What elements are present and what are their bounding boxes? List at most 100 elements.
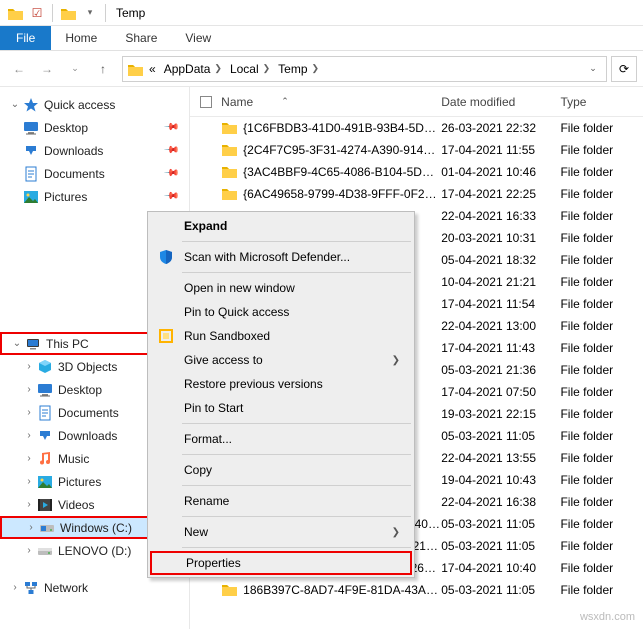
crumb-local[interactable]: Local❯ (226, 57, 274, 81)
ctx-copy[interactable]: Copy (150, 458, 412, 482)
separator (182, 272, 411, 273)
file-row[interactable]: 186B397C-8AD7-4F9E-81DA-43AFF4D...05-03-… (190, 579, 643, 601)
address-dropdown-icon[interactable]: ⌄ (582, 63, 604, 74)
ctx-new[interactable]: New❯ (150, 520, 412, 544)
ctx-give-access-to[interactable]: Give access to❯ (150, 348, 412, 372)
nav-downloads[interactable]: Downloads📌 (0, 139, 189, 162)
row-date-cell: 22-04-2021 13:00 (441, 319, 560, 333)
chevron-right-icon: ❯ (312, 63, 320, 74)
chevron-right-icon[interactable]: › (22, 453, 36, 464)
ctx-pin-quick-access[interactable]: Pin to Quick access (150, 300, 412, 324)
nav-pictures[interactable]: Pictures📌 (0, 185, 189, 208)
chevron-right-icon[interactable]: › (22, 499, 36, 510)
forward-button[interactable]: → (34, 56, 60, 82)
row-date-cell: 05-03-2021 21:36 (441, 363, 560, 377)
column-label: Type (560, 95, 586, 109)
ctx-run-sandboxed[interactable]: Run Sandboxed (150, 324, 412, 348)
row-type-cell: File folder (560, 143, 643, 157)
document-icon (22, 165, 40, 183)
tab-view[interactable]: View (171, 26, 225, 50)
chevron-right-icon[interactable]: › (22, 476, 36, 487)
folder-icon (221, 141, 237, 160)
tab-share[interactable]: Share (111, 26, 171, 50)
up-button[interactable]: ↑ (90, 56, 116, 82)
pin-icon: 📌 (162, 142, 179, 159)
column-checkbox[interactable] (190, 96, 221, 108)
nav-label: LENOVO (D:) (58, 544, 131, 558)
crumb-hidden[interactable]: « (145, 57, 160, 81)
crumb-appdata[interactable]: AppData❯ (160, 57, 226, 81)
monitor-icon (36, 381, 54, 399)
row-name-cell: {1C6FBDB3-41D0-491B-93B4-5D40D15... (221, 119, 441, 138)
shield-icon (156, 247, 176, 267)
refresh-button[interactable]: ⟳ (611, 56, 637, 82)
cube-icon (36, 358, 54, 376)
ctx-format[interactable]: Format... (150, 427, 412, 451)
file-row[interactable]: {1C6FBDB3-41D0-491B-93B4-5D40D15...26-03… (190, 117, 643, 139)
ctx-label: Give access to (184, 353, 263, 367)
chevron-right-icon: ❯ (263, 63, 271, 74)
watermark: wsxdn.com (580, 611, 635, 623)
picture-icon (36, 473, 54, 491)
nav-label: Music (58, 452, 89, 466)
nav-documents[interactable]: Documents📌 (0, 162, 189, 185)
qat-check-icon[interactable]: ☑ (26, 2, 48, 24)
ctx-label: Open in new window (184, 281, 295, 295)
tab-file-label: File (16, 31, 35, 45)
column-name[interactable]: Name⌃ (221, 95, 441, 109)
row-type-cell: File folder (560, 561, 643, 575)
row-type-cell: File folder (560, 231, 643, 245)
back-button[interactable]: ← (6, 56, 32, 82)
nav-desktop[interactable]: Desktop📌 (0, 116, 189, 139)
ctx-label: Pin to Quick access (184, 305, 289, 319)
row-date-cell: 17-04-2021 11:54 (441, 297, 560, 311)
file-row[interactable]: {3AC4BBF9-4C65-4086-B104-5DF3482...01-04… (190, 161, 643, 183)
column-label: Date modified (441, 95, 515, 109)
ctx-restore-previous[interactable]: Restore previous versions (150, 372, 412, 396)
chevron-right-icon[interactable]: › (22, 361, 36, 372)
qat-dropdown-icon[interactable]: ▾ (79, 2, 101, 24)
chevron-right-icon[interactable]: › (8, 582, 22, 593)
pin-icon: 📌 (162, 119, 179, 136)
chevron-down-icon[interactable]: ⌄ (10, 338, 24, 349)
row-name-cell: {3AC4BBF9-4C65-4086-B104-5DF3482... (221, 163, 441, 182)
file-row[interactable]: {6AC49658-9799-4D38-9FFF-0F2DFC0B...17-0… (190, 183, 643, 205)
titlebar-folder-icon[interactable] (4, 2, 26, 24)
tab-home[interactable]: Home (51, 26, 111, 50)
row-type-cell: File folder (560, 407, 643, 421)
qat-folder-icon[interactable] (57, 2, 79, 24)
nav-quick-access[interactable]: ⌄Quick access (0, 93, 189, 116)
checkbox-icon[interactable] (200, 96, 212, 108)
column-type[interactable]: Type (560, 95, 643, 109)
column-date-modified[interactable]: Date modified (441, 95, 560, 109)
chevron-right-icon[interactable]: › (22, 384, 36, 395)
row-name-cell: {6AC49658-9799-4D38-9FFF-0F2DFC0B... (221, 185, 441, 204)
nav-label: Network (44, 581, 88, 595)
separator (52, 4, 53, 22)
recent-dropdown-icon[interactable]: ⌄ (62, 56, 88, 82)
ctx-scan-defender[interactable]: Scan with Microsoft Defender... (150, 245, 412, 269)
chevron-right-icon[interactable]: › (22, 430, 36, 441)
drive-icon (38, 519, 56, 537)
file-row[interactable]: {2C4F7C95-3F31-4274-A390-9148448A...17-0… (190, 139, 643, 161)
row-date-cell: 05-03-2021 11:05 (441, 517, 560, 531)
separator (182, 485, 411, 486)
separator (182, 241, 411, 242)
chevron-down-icon[interactable]: ⌄ (8, 99, 22, 110)
ctx-rename[interactable]: Rename (150, 489, 412, 513)
ctx-properties[interactable]: Properties (150, 551, 412, 575)
crumb-temp[interactable]: Temp❯ (274, 57, 323, 81)
nav-label: This PC (46, 337, 89, 351)
tab-file[interactable]: File (0, 26, 51, 50)
address-bar[interactable]: « AppData❯ Local❯ Temp❯ ⌄ (122, 56, 607, 82)
chevron-right-icon[interactable]: › (22, 545, 36, 556)
ctx-pin-start[interactable]: Pin to Start (150, 396, 412, 420)
nav-network[interactable]: › Network (0, 576, 189, 599)
chevron-right-icon[interactable]: › (22, 407, 36, 418)
ctx-open-new-window[interactable]: Open in new window (150, 276, 412, 300)
ctx-label: Run Sandboxed (184, 329, 270, 343)
address-folder-icon (125, 59, 145, 79)
nav-label: Documents (44, 167, 105, 181)
ctx-expand[interactable]: Expand (150, 214, 412, 238)
chevron-right-icon[interactable]: › (24, 522, 38, 533)
